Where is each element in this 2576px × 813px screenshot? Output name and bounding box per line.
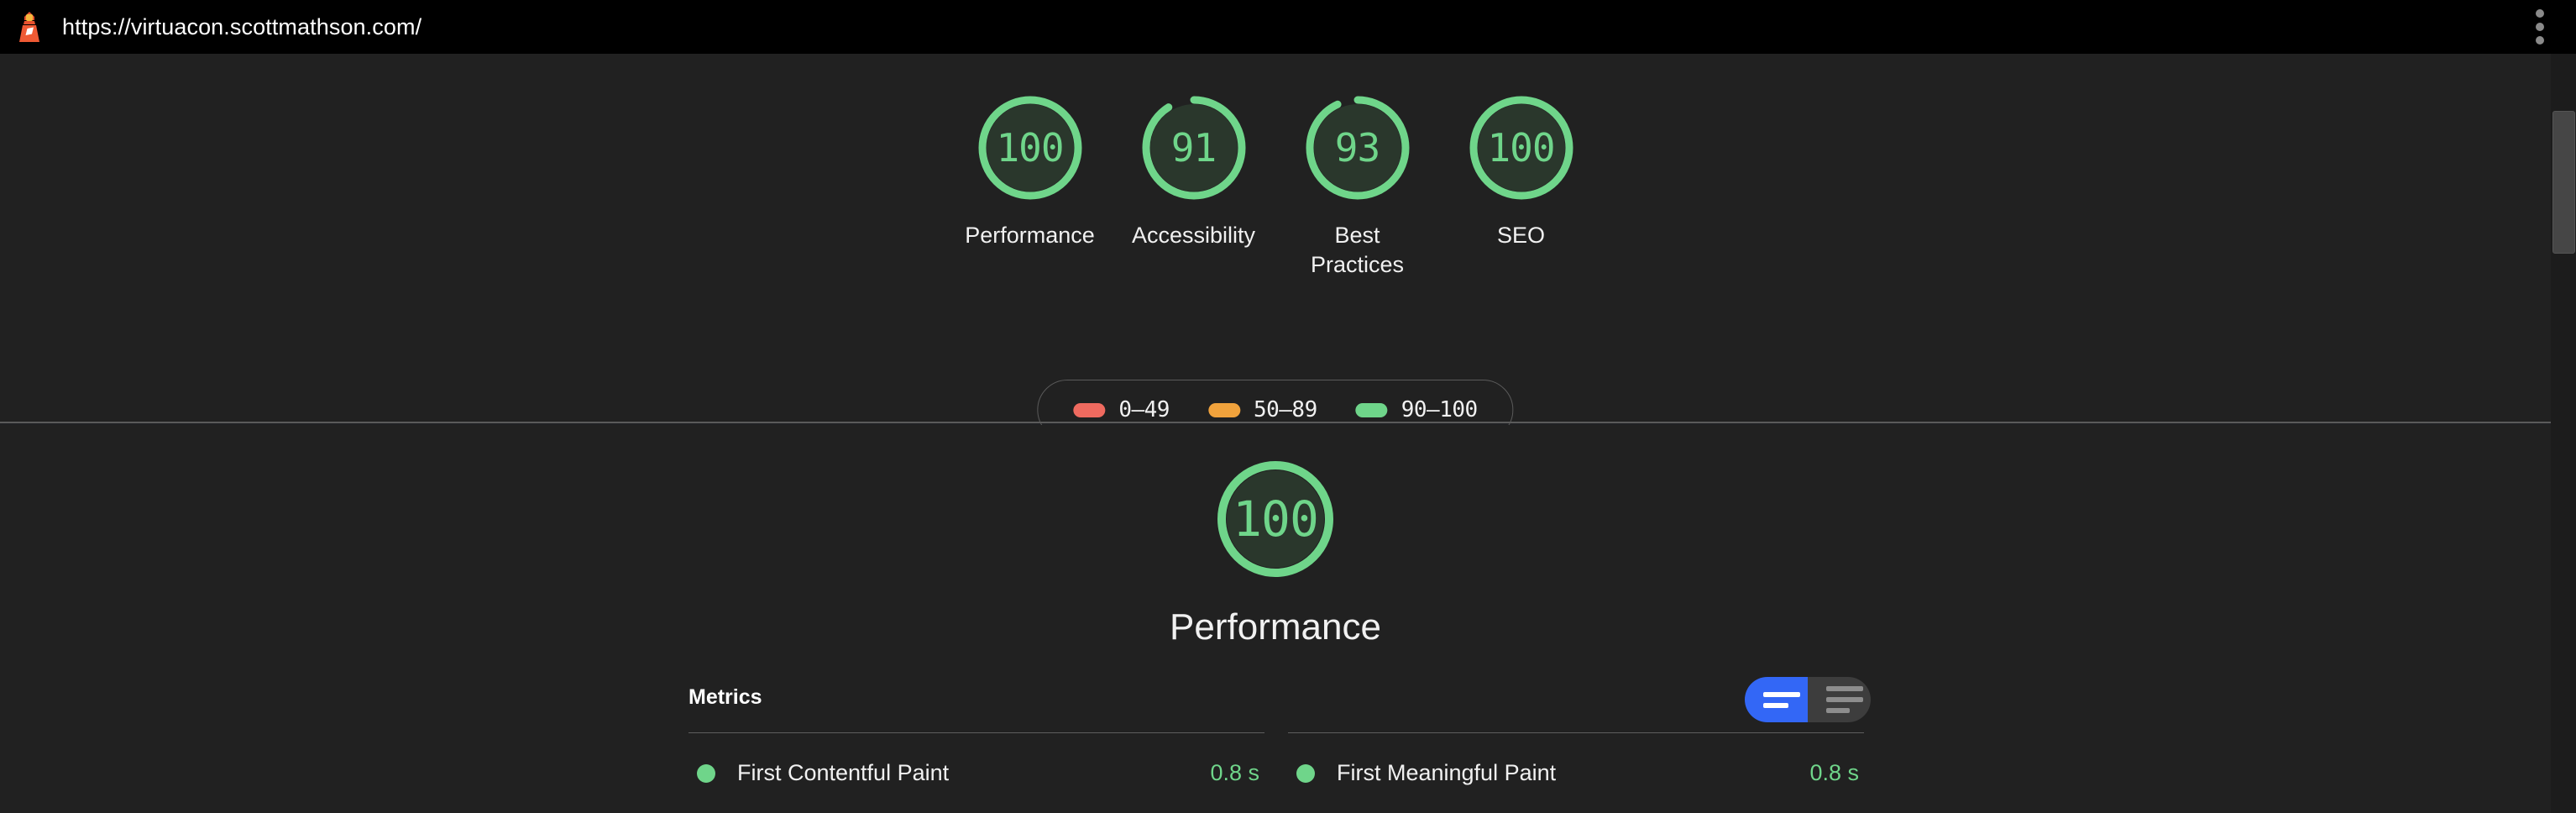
category-gauge-score: 100 (1233, 490, 1319, 548)
metric-row-first-meaningful-paint[interactable]: First Meaningful Paint 0.8 s (1288, 732, 1864, 813)
gauge-performance[interactable]: 100 Performance (948, 92, 1112, 279)
gauge-label-best-practices: Best Practices (1310, 223, 1405, 277)
simple-view-icon[interactable] (1745, 677, 1808, 722)
gauge-ring-best-practices: 93 (1301, 92, 1414, 204)
legend-label-average: 50–89 (1253, 397, 1317, 422)
metrics-column-right: First Meaningful Paint 0.8 s (1288, 732, 1864, 813)
metrics-view-toggle[interactable] (1745, 677, 1871, 722)
metric-status-pass-icon (697, 763, 715, 783)
gauge-score-accessibility: 91 (1170, 125, 1217, 170)
scrollbar-track[interactable] (2551, 54, 2576, 813)
gauge-score-performance: 100 (996, 125, 1064, 170)
legend-swatch-pass-icon (1355, 402, 1388, 417)
kebab-menu-icon[interactable] (2536, 9, 2544, 45)
legend-item-pass: 90–100 (1355, 397, 1478, 422)
gauge-score-best-practices: 93 (1334, 125, 1380, 170)
scrollbar-thumb[interactable] (2552, 111, 2575, 254)
gauge-accessibility[interactable]: 91 Accessibility (1112, 92, 1275, 279)
performance-category-section: 100 Performance Metrics First Contentful… (0, 425, 2551, 813)
gauge-best-practices[interactable]: 93 Best Practices (1275, 92, 1439, 279)
metric-row-first-contentful-paint[interactable]: First Contentful Paint 0.8 s (689, 732, 1264, 813)
gauge-ring-performance: 100 (974, 92, 1086, 204)
legend-item-fail: 0–49 (1073, 397, 1170, 422)
metric-name: First Contentful Paint (737, 760, 950, 785)
lighthouse-icon (19, 12, 39, 42)
score-summary-section: 100 Performance 91 Accessibility 93 Best… (0, 54, 2551, 440)
metric-value: 0.8 s (1210, 760, 1259, 785)
metric-value: 0.8 s (1809, 760, 1859, 785)
category-gauge-performance: 100 (1212, 455, 1339, 583)
url-text: https://virtuacon.scottmathson.com/ (62, 13, 422, 39)
metric-status-pass-icon (1296, 763, 1315, 783)
gauge-score-seo: 100 (1487, 125, 1555, 170)
browser-topbar: https://virtuacon.scottmathson.com/ (0, 0, 2576, 54)
metrics-grid: First Contentful Paint 0.8 s First Meani… (689, 732, 1864, 813)
metric-name: First Meaningful Paint (1337, 760, 1557, 785)
gauge-label-accessibility: Accessibility (1131, 223, 1256, 248)
expanded-view-icon[interactable] (1808, 677, 1871, 722)
gauge-ring-accessibility: 91 (1138, 92, 1250, 204)
lighthouse-report-page: https://virtuacon.scottmathson.com/ 100 … (0, 0, 2576, 813)
gauge-label-seo: SEO (1496, 223, 1546, 248)
legend-swatch-fail-icon (1073, 402, 1106, 417)
score-gauges: 100 Performance 91 Accessibility 93 Best… (0, 92, 2551, 279)
gauge-seo[interactable]: 100 SEO (1439, 92, 1603, 279)
legend-swatch-average-icon (1207, 402, 1240, 417)
legend-label-fail: 0–49 (1118, 397, 1170, 422)
metrics-heading: Metrics (689, 685, 762, 709)
gauge-ring-seo: 100 (1465, 92, 1578, 204)
category-title: Performance (1170, 606, 1381, 648)
legend-item-average: 50–89 (1207, 397, 1317, 422)
legend-label-pass: 90–100 (1401, 397, 1478, 422)
metrics-column-left: First Contentful Paint 0.8 s (689, 732, 1264, 813)
metrics-header: Metrics (689, 677, 1871, 722)
gauge-label-performance: Performance (965, 223, 1095, 248)
